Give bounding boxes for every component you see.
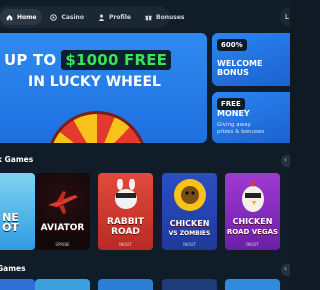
game-title: CHICKEN VS ZOMBIES bbox=[162, 219, 217, 239]
game-card[interactable]: AVIATOR SPRIBE bbox=[35, 173, 90, 250]
game-card[interactable] bbox=[0, 279, 35, 290]
promo-title: MONEY bbox=[217, 109, 250, 118]
hero-prefix: UP TO bbox=[4, 51, 57, 69]
promo-card-welcome-bonus[interactable]: 600% WELCOME BONUS bbox=[212, 33, 290, 86]
casino-icon bbox=[50, 13, 58, 21]
home-icon bbox=[6, 14, 13, 20]
game-title-line: ROAD VEGAS bbox=[226, 228, 279, 236]
game-title: CHICKEN ROAD VEGAS bbox=[225, 217, 280, 237]
hero-amount: $1000 FREE bbox=[61, 50, 172, 70]
game-title: RABBIT ROAD bbox=[98, 217, 153, 237]
promo-subtitle: Giving away prizes & bonuses bbox=[217, 122, 264, 136]
game-title-line: CHICKEN bbox=[232, 217, 273, 226]
chevron-left-icon: ‹ bbox=[284, 156, 287, 164]
hero-banner[interactable]: UP TO $1000 FREE IN LUCKY WHEEL bbox=[0, 33, 207, 143]
nav-item-casino[interactable]: Casino bbox=[44, 9, 89, 25]
lucky-wheel-image bbox=[47, 111, 147, 143]
nav-item-label: Profile bbox=[108, 13, 132, 21]
game-provider: INOUT bbox=[119, 242, 132, 247]
game-title-line: VS ZOMBIES bbox=[168, 230, 211, 237]
rabbit-icon bbox=[115, 179, 137, 209]
login-button[interactable]: L bbox=[280, 7, 290, 27]
game-card[interactable]: NE OT bbox=[0, 173, 35, 250]
airplane-icon bbox=[48, 191, 78, 214]
chevron-left-icon: ‹ bbox=[284, 265, 287, 273]
promo-subtitle-line: Giving away bbox=[217, 122, 251, 128]
game-card[interactable]: CHICKEN VS ZOMBIES INOUT bbox=[162, 173, 217, 250]
game-title-line: CHICKEN bbox=[169, 219, 210, 228]
nav-item-label: Casino bbox=[61, 13, 84, 21]
game-card[interactable] bbox=[98, 279, 153, 290]
game-provider: INOUT bbox=[183, 242, 196, 247]
game-title: AVIATOR bbox=[40, 223, 85, 233]
scroll-left-button[interactable]: ‹ bbox=[281, 264, 290, 276]
gift-icon bbox=[145, 15, 152, 20]
game-provider: SPRIBE bbox=[55, 242, 70, 247]
chicken-icon bbox=[242, 181, 264, 212]
nav-item-home[interactable]: Home bbox=[0, 9, 43, 25]
nav-item-bonuses[interactable]: Bonuses bbox=[139, 9, 190, 25]
game-provider: INOUT bbox=[246, 242, 259, 247]
game-card[interactable] bbox=[162, 279, 217, 290]
nav-item-profile[interactable]: Profile bbox=[92, 9, 137, 25]
hero-headline: UP TO $1000 FREE bbox=[4, 50, 172, 70]
sunflower-icon bbox=[174, 179, 206, 211]
game-title-line: OT bbox=[2, 221, 19, 234]
nav-item-label: Bonuses bbox=[156, 13, 185, 21]
promo-title-line: BONUS bbox=[217, 68, 249, 77]
section-title-games: Games bbox=[0, 264, 26, 273]
game-title: NE OT bbox=[0, 212, 35, 234]
promo-card-free-money[interactable]: FREE MONEY Giving away prizes & bonuses bbox=[212, 92, 290, 143]
hero-subheadline: IN LUCKY WHEEL bbox=[28, 74, 161, 90]
promo-badge: 600% bbox=[217, 39, 247, 51]
scroll-left-button[interactable]: ‹ bbox=[281, 155, 290, 167]
game-title-line: RABBIT bbox=[106, 217, 145, 227]
section-title-quick-games: k Games bbox=[0, 155, 34, 164]
promo-title-line: WELCOME bbox=[217, 59, 263, 68]
promo-title: WELCOME BONUS bbox=[217, 59, 262, 77]
game-card[interactable]: RABBIT ROAD INOUT bbox=[98, 173, 153, 250]
game-card[interactable] bbox=[35, 279, 90, 290]
game-title-line: ROAD bbox=[111, 227, 140, 237]
game-card[interactable]: CHICKEN ROAD VEGAS INOUT bbox=[225, 173, 280, 250]
profile-icon bbox=[98, 14, 105, 21]
top-navigation: Home Casino Profile Bonuses bbox=[0, 6, 184, 28]
nav-item-label: Home bbox=[17, 13, 37, 21]
casino-home-page: Home Casino Profile Bonuses L UP TO $100… bbox=[0, 0, 290, 290]
game-card[interactable] bbox=[225, 279, 280, 290]
promo-title-line: MONEY bbox=[217, 109, 250, 118]
promo-subtitle-line: prizes & bonuses bbox=[217, 129, 265, 135]
